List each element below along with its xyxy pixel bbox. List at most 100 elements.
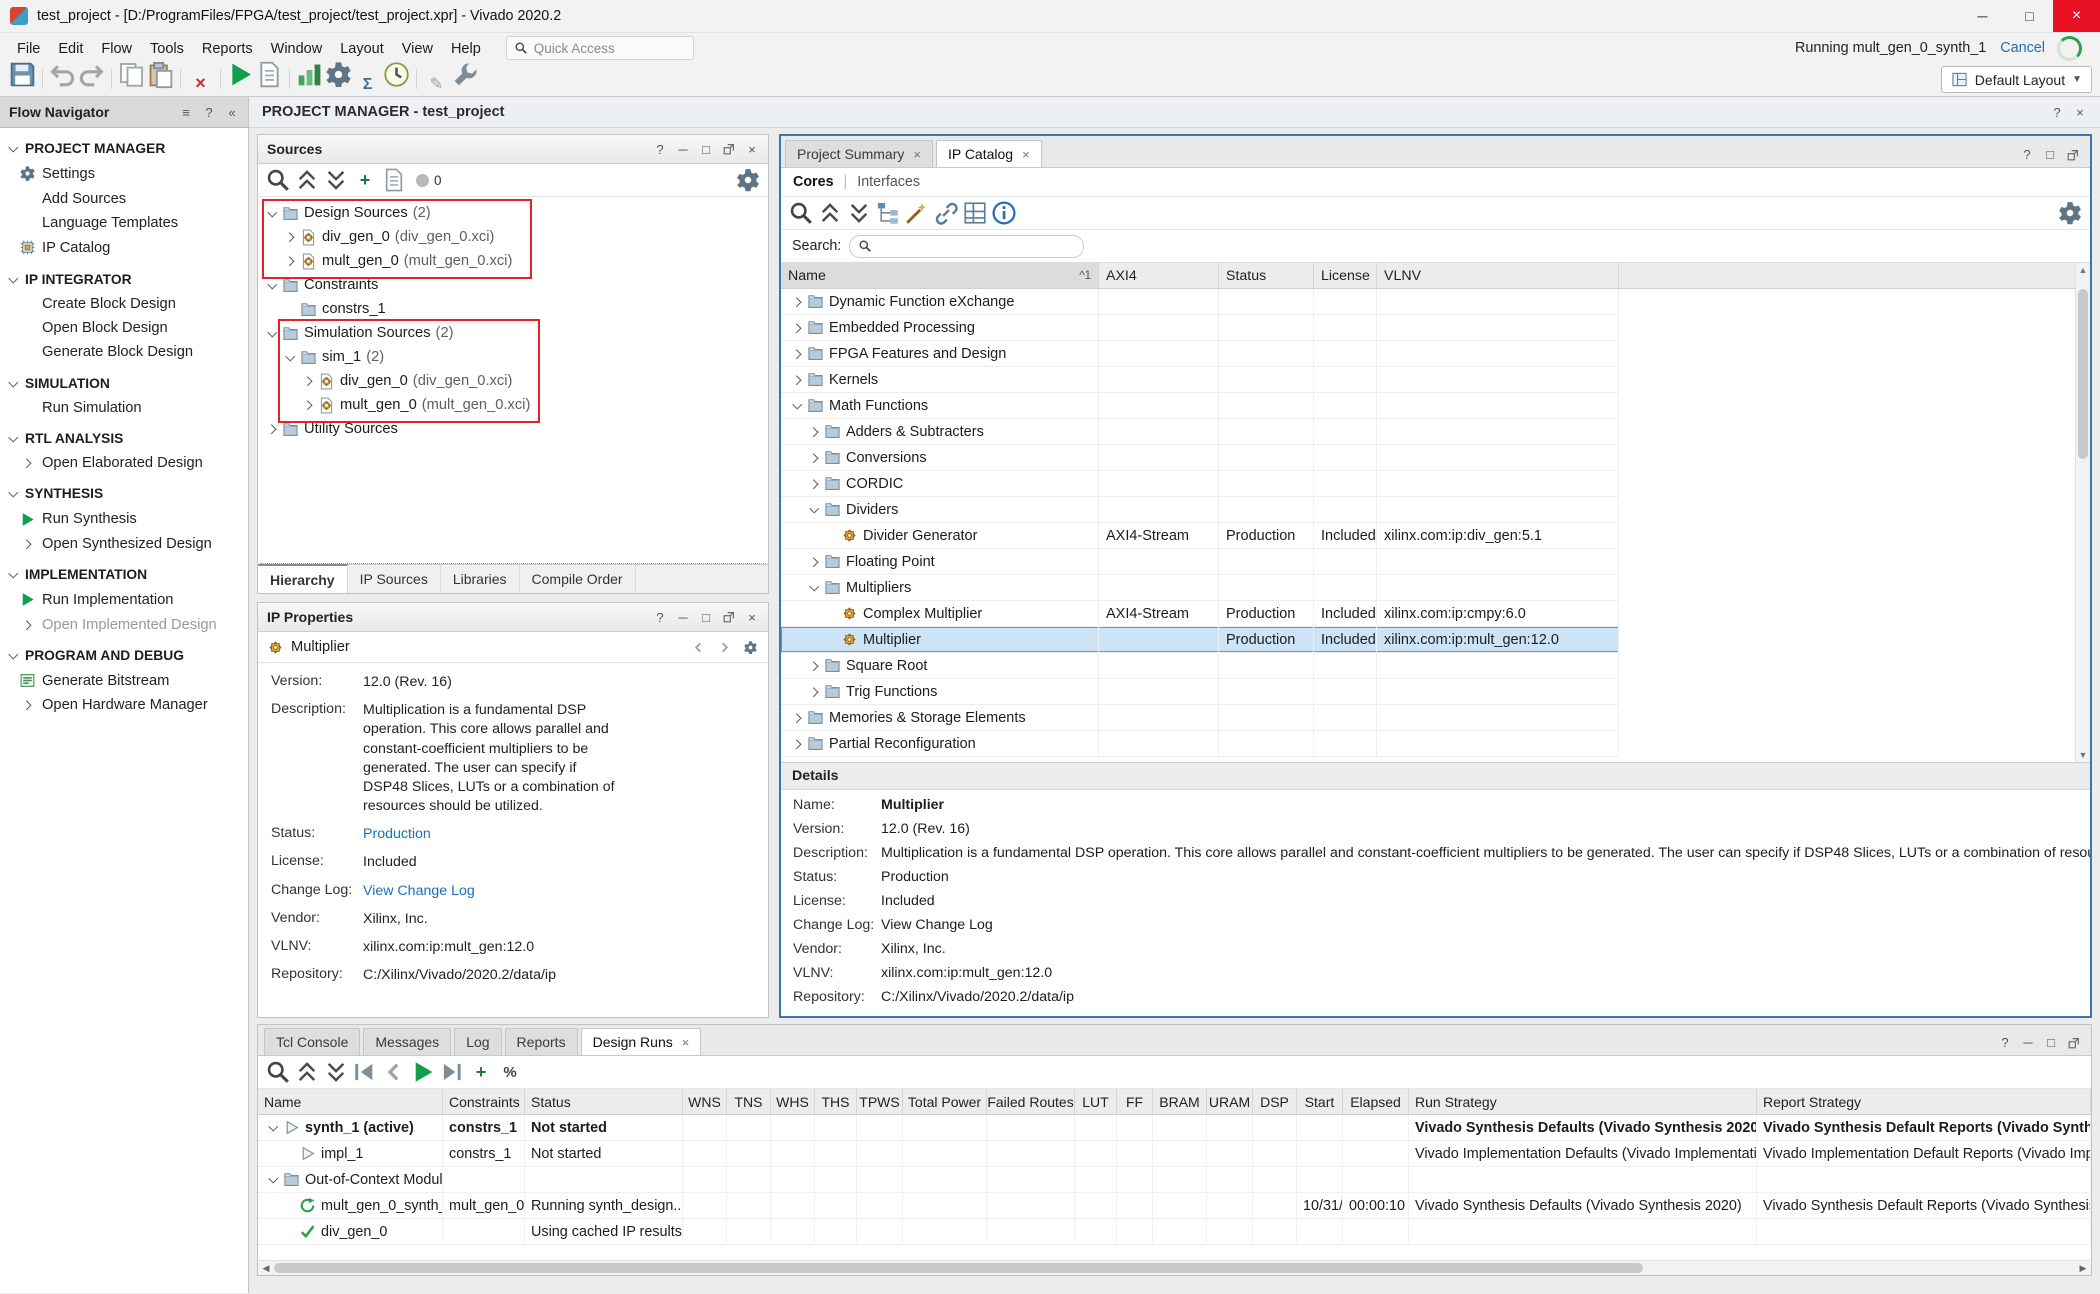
flow-item-language-templates[interactable]: Language Templates [0,211,248,235]
menu-tools[interactable]: Tools [141,37,193,61]
expander-icon[interactable] [793,713,802,722]
grid-button[interactable] [962,201,988,225]
redo-button[interactable] [77,61,106,88]
catalog-row-dynamic-function-exchange[interactable]: Dynamic Function eXchange [781,289,1619,315]
help-icon[interactable]: ? [653,142,667,157]
undo-button[interactable] [48,61,77,88]
horizontal-scrollbar[interactable]: ◀ ▶ [258,1260,2091,1275]
expand-all-button[interactable] [846,201,872,225]
expander-icon[interactable] [810,505,819,514]
close-button[interactable]: × [2053,0,2100,32]
runs-column-uram[interactable]: URAM [1207,1089,1253,1114]
forward-button[interactable] [439,1060,465,1084]
column-header-status[interactable]: Status [1219,263,1314,288]
ip-properties-header[interactable]: IP Properties ? ─ □ × [258,603,768,632]
tab-project-summary[interactable]: Project Summary× [785,140,933,167]
flow-section-project-manager[interactable]: PROJECT MANAGER [0,130,248,161]
source-item-div-gen-0[interactable]: div_gen_0(div_gen_0.xci) [258,369,768,393]
expander-icon[interactable] [793,297,802,306]
flow-item-open-implemented-design[interactable]: Open Implemented Design [0,613,248,637]
close-tab-icon[interactable]: × [682,1035,690,1050]
menu-layout[interactable]: Layout [331,37,393,61]
menu-help[interactable]: Help [442,37,490,61]
expander-icon[interactable] [810,583,819,592]
sources-panel-header[interactable]: Sources ? ─ □ × [258,135,768,164]
scrollbar-thumb[interactable] [274,1263,1643,1273]
column-header-vlnv[interactable]: VLNV [1377,263,1619,288]
maximize-icon[interactable]: □ [699,142,713,157]
flow-item-create-block-design[interactable]: Create Block Design [0,292,248,316]
expander-icon[interactable] [793,323,802,332]
add-button[interactable]: + [352,168,378,192]
flow-item-open-synthesized-design[interactable]: Open Synthesized Design [0,532,248,556]
expander-icon[interactable] [810,453,819,462]
sources-settings-button[interactable] [735,168,761,192]
flow-item-generate-block-design[interactable]: Generate Block Design [0,340,248,364]
collapse-all-button[interactable] [294,168,320,192]
help-icon[interactable]: ? [1998,1035,2012,1050]
wand-button[interactable] [904,201,930,225]
probe-button[interactable] [451,61,480,88]
expander-icon[interactable] [268,329,277,338]
vertical-scrollbar[interactable]: ▲ ▼ [2075,263,2090,762]
link-button[interactable] [933,201,959,225]
menu-edit[interactable]: Edit [49,37,92,61]
close-tab-icon[interactable]: × [913,147,921,162]
expander-icon[interactable] [810,427,819,436]
source-item-constraints[interactable]: Constraints [258,273,768,297]
report-button[interactable] [255,61,284,88]
runs-column-lut[interactable]: LUT [1075,1089,1117,1114]
runs-column-failed-routes[interactable]: Failed Routes [987,1089,1075,1114]
source-item-mult-gen-0[interactable]: mult_gen_0(mult_gen_0.xci) [258,393,768,417]
step-back-button[interactable] [352,1060,378,1084]
design-run-row-div-gen-0[interactable]: div_gen_0Using cached IP results [258,1219,2091,1245]
minimize-icon[interactable]: ─ [676,142,690,157]
minimize-icon[interactable]: ─ [2021,1035,2035,1050]
bottom-tab-log[interactable]: Log [454,1028,501,1055]
runs-column-ths[interactable]: THS [815,1089,857,1114]
expander-icon[interactable] [810,557,819,566]
design-run-row-impl-1[interactable]: impl_1constrs_1Not startedVivado Impleme… [258,1141,2091,1167]
catalog-settings-button[interactable] [2057,201,2083,225]
runs-column-dsp[interactable]: DSP [1253,1089,1297,1114]
menu-flow[interactable]: Flow [92,37,141,61]
runs-column-total-power[interactable]: Total Power [903,1089,987,1114]
quick-access-input[interactable]: Quick Access [506,36,694,60]
float-icon[interactable] [722,610,736,624]
paste-button[interactable] [146,61,175,88]
source-item-sim-1[interactable]: sim_1(2) [258,345,768,369]
flow-item-open-elaborated-design[interactable]: Open Elaborated Design [0,451,248,475]
bottom-tab-design-runs[interactable]: Design Runs× [581,1028,702,1055]
expander-icon[interactable] [304,401,313,410]
runs-column-bram[interactable]: BRAM [1153,1089,1207,1114]
runs-column-start[interactable]: Start [1297,1089,1343,1114]
bottom-tab-tcl-console[interactable]: Tcl Console [264,1028,360,1055]
expander-icon[interactable] [268,281,277,290]
flow-item-open-block-design[interactable]: Open Block Design [0,316,248,340]
subtab-cores[interactable]: Cores [793,174,834,190]
expander-icon[interactable] [286,257,295,266]
column-header-license[interactable]: License [1314,263,1377,288]
expander-icon[interactable] [793,349,802,358]
flow-item-run-simulation[interactable]: Run Simulation [0,396,248,420]
source-item-mult-gen-0[interactable]: mult_gen_0(mult_gen_0.xci) [258,249,768,273]
scroll-down-icon[interactable]: ▼ [2079,748,2088,762]
catalog-row-divider-generator[interactable]: Divider GeneratorAXI4-StreamProductionIn… [781,523,1619,549]
source-item-design-sources[interactable]: Design Sources(2) [258,201,768,225]
close-icon[interactable]: × [2073,105,2087,120]
catalog-row-complex-multiplier[interactable]: Complex MultiplierAXI4-StreamProductionI… [781,601,1619,627]
source-item-div-gen-0[interactable]: div_gen_0(div_gen_0.xci) [258,225,768,249]
catalog-search-input[interactable] [849,235,1084,258]
info-button[interactable] [991,201,1017,225]
flow-section-simulation[interactable]: SIMULATION [0,365,248,396]
flow-item-generate-bitstream[interactable]: Generate Bitstream [0,668,248,693]
sources-tab-ip-sources[interactable]: IP Sources [348,565,441,593]
search-button[interactable] [788,201,814,225]
flow-section-synthesis[interactable]: SYNTHESIS [0,475,248,506]
column-header-name[interactable]: Name^1 [781,263,1099,288]
runs-column-run-strategy[interactable]: Run Strategy [1409,1089,1757,1114]
hierarchy-button[interactable] [875,201,901,225]
catalog-row-math-functions[interactable]: Math Functions [781,393,1619,419]
flow-item-open-hardware-manager[interactable]: Open Hardware Manager [0,693,248,717]
catalog-row-trig-functions[interactable]: Trig Functions [781,679,1619,705]
